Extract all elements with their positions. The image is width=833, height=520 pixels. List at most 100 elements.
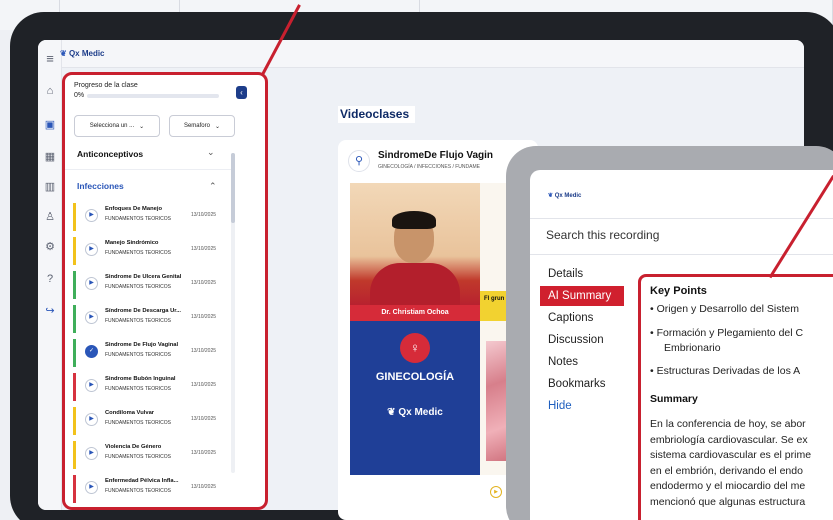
recording-logo: ❦ Qx Medic: [548, 192, 581, 199]
lesson-date: 13/10/2025: [191, 416, 217, 422]
traffic-light-indicator: [73, 475, 76, 503]
summary-line: en el embrión, derivando el endo: [650, 464, 803, 477]
traffic-light-indicator: [73, 339, 76, 367]
progress-label: Progreso de la clase: [74, 82, 138, 89]
check-icon[interactable]: ✓: [85, 345, 98, 358]
play-icon[interactable]: ▶: [490, 486, 502, 498]
play-icon[interactable]: ▶: [85, 481, 98, 494]
key-point-continuation: Embrionario: [664, 342, 721, 354]
unit-select[interactable]: Selecciona un ... ⌄: [74, 115, 160, 137]
page-title: Videoclases: [338, 106, 416, 123]
lesson-title: Violencia De Género: [105, 444, 162, 450]
brand-logo-text: Qx Medic: [398, 407, 443, 418]
recording-logo-text: Qx Medic: [554, 193, 582, 199]
shirt: [370, 263, 460, 305]
recording-tab-captions[interactable]: Captions: [540, 308, 624, 328]
caduceus-icon: ❦: [387, 407, 396, 418]
lesson-title: Sindrome De Flujo Vaginal: [105, 342, 179, 348]
library-icon[interactable]: ▥: [43, 180, 57, 194]
lesson-item[interactable]: ▶ Condiloma Vulvar FUNDAMENTOS TEORICOS 13/…: [73, 405, 255, 437]
lesson-date: 13/10/2025: [191, 212, 217, 218]
traffic-light-indicator: [73, 373, 76, 401]
calendar-icon[interactable]: ▦: [43, 150, 57, 164]
play-icon[interactable]: ▶: [85, 311, 98, 324]
lesson-date: 13/10/2025: [191, 314, 217, 320]
recording-tab-bookmarks[interactable]: Bookmarks: [540, 374, 624, 394]
help-icon[interactable]: ?: [43, 272, 57, 286]
progress-bar: [87, 94, 219, 98]
lesson-subtitle: FUNDAMENTOS TEORICOS: [105, 284, 171, 290]
lesson-item[interactable]: ▶ Enfoques De Manejo FUNDAMENTOS TEORICOS 1…: [73, 201, 255, 233]
play-icon[interactable]: ▶: [85, 243, 98, 256]
lesson-item[interactable]: ▶ Sindrome Bubón Inguinal FUNDAMENTOS TEOR…: [73, 371, 255, 403]
lesson-item[interactable]: ✓ Sindrome De Flujo Vaginal FUNDAMENTOS TE…: [73, 337, 255, 369]
menu-icon[interactable]: ≡: [43, 52, 57, 66]
progress-value: 0%: [74, 92, 85, 99]
traffic-light-indicator: [73, 305, 76, 333]
lesson-item[interactable]: ▶ Violencia De Género FUNDAMENTOS TEORICOS…: [73, 439, 255, 471]
lesson-title: Enfoques De Manejo: [105, 206, 163, 212]
lesson-subtitle: FUNDAMENTOS TEORICOS: [105, 318, 171, 324]
video-class-icon[interactable]: ▣: [38, 114, 60, 136]
brand-title: GINECOLOGÍA: [375, 371, 455, 383]
recording-tab-notes[interactable]: Notes: [540, 352, 624, 372]
play-icon[interactable]: ▶: [85, 379, 98, 392]
traffic-light-indicator: [73, 441, 76, 469]
key-point-item: • Estructuras Derivadas de los A: [650, 365, 801, 377]
lesson-item[interactable]: ▶ Síndrome De Descarga Ur... FUNDAMENTOS T…: [73, 303, 255, 335]
key-point-text: Origen y Desarrollo del Sistem: [656, 303, 799, 315]
lesson-title: Enfermedad Pélvica Infla...: [105, 478, 179, 484]
play-icon[interactable]: ▶: [85, 413, 98, 426]
brand-panel: ♀ GINECOLOGÍA ❦ Qx Medic: [350, 321, 480, 475]
side-rail: ≡ ⌂ ▣ ▦ ▥ ♙ ⚙ ? ↪: [38, 40, 62, 510]
lesson-item[interactable]: ▶ Manejo Sindrómico FUNDAMENTOS TEORICOS 13…: [73, 235, 255, 267]
brand-logo: ❦ Qx Medic: [350, 407, 480, 418]
play-icon[interactable]: ▶: [85, 447, 98, 460]
traffic-light-select[interactable]: Semaforo ⌄: [169, 115, 235, 137]
unit-select-value: Selecciona un ...: [89, 123, 135, 129]
logo-text: Qx Medic: [68, 49, 105, 58]
traffic-light-indicator: [73, 407, 76, 435]
recording-tab-details[interactable]: Details: [540, 264, 624, 284]
lesson-item[interactable]: ▶ Sindrome De Ulcera Genital FUNDAMENTOS T…: [73, 269, 255, 301]
key-point-text: Formación y Plegamiento del C: [656, 327, 804, 339]
lesson-date: 13/10/2025: [191, 450, 217, 456]
lesson-date: 13/10/2025: [191, 246, 217, 252]
uterus-icon: ♀: [400, 333, 430, 363]
teacher-icon[interactable]: ♙: [43, 210, 57, 224]
lesson-item[interactable]: ▶Hidrosálpinx: [73, 507, 255, 510]
home-icon[interactable]: ⌂: [43, 84, 57, 98]
lesson-item[interactable]: ▶ Enfermedad Pélvica Infla... FUNDAMENTOS …: [73, 473, 255, 505]
app-logo: ❦ Qx Medic: [60, 49, 105, 58]
summary-text: En la conferencia de hoy, se abor embriol…: [650, 417, 833, 510]
caduceus-icon: ❦: [60, 49, 67, 58]
collapse-panel-button[interactable]: ‹: [236, 86, 247, 99]
lesson-subtitle: FUNDAMENTOS TEORICOS: [105, 216, 171, 222]
key-point-item: • Formación y Plegamiento del C: [650, 327, 804, 339]
search-recording-input[interactable]: Search this recording: [546, 228, 659, 242]
video-thumbnail[interactable]: Dr. Christiam Ochoa ♀ GINECOLOGÍA ❦ Qx M…: [350, 183, 480, 475]
lesson-title: Condiloma Vulvar: [105, 410, 155, 416]
summary-line: endodermo y el miocardio del me: [650, 480, 806, 492]
play-icon[interactable]: ▶: [85, 209, 98, 222]
summary-line: mencionó que algunas estructura: [650, 495, 806, 508]
logout-icon[interactable]: ↪: [43, 304, 57, 318]
recording-tab-hide[interactable]: Hide: [540, 396, 624, 416]
chevron-up-icon[interactable]: ⌃: [209, 181, 217, 192]
lesson-date: 13/10/2025: [191, 484, 217, 490]
traffic-light-indicator: [73, 509, 76, 510]
divider: [65, 169, 231, 170]
recording-tab-ai-summary[interactable]: AI Summary: [540, 286, 624, 306]
chevron-down-icon[interactable]: ⌄: [207, 147, 215, 158]
play-icon[interactable]: ▶: [85, 277, 98, 290]
lesson-subtitle: FUNDAMENTOS TEORICOS: [105, 488, 171, 494]
lesson-subtitle: FUNDAMENTOS TEORICOS: [105, 352, 171, 358]
settings-icon[interactable]: ⚙: [43, 240, 57, 254]
recording-tab-discussion[interactable]: Discussion: [540, 330, 624, 350]
lesson-date: 13/10/2025: [191, 280, 217, 286]
section-anticonceptivos[interactable]: Anticonceptivos: [77, 149, 143, 159]
lesson-title: Manejo Sindrómico: [105, 240, 159, 246]
traffic-select-value: Semaforo: [183, 123, 210, 129]
section-infecciones[interactable]: Infecciones: [77, 181, 124, 191]
video-title: SindromeDe Flujo Vagin: [378, 150, 494, 161]
